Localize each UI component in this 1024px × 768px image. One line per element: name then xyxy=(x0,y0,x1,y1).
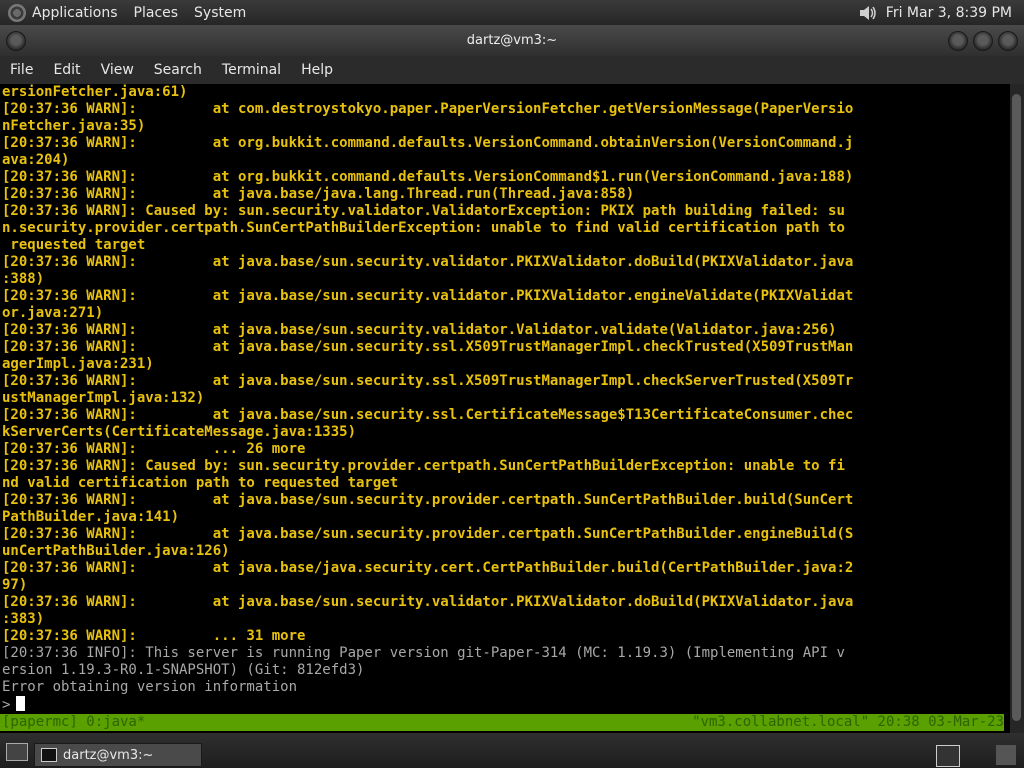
terminal-line: [20:37:36 WARN]: at com.destroystokyo.pa… xyxy=(2,101,854,117)
terminal-line: ersionFetcher.java:61) xyxy=(2,84,188,100)
terminal-line: [20:37:36 WARN]: at java.base/sun.securi… xyxy=(2,594,854,610)
terminal-line: Error obtaining version information xyxy=(2,679,298,695)
terminal-line: [20:37:36 INFO]: This server is running … xyxy=(2,645,845,661)
menu-file[interactable]: File xyxy=(0,62,43,78)
terminal-line: [20:37:36 WARN]: at java.base/sun.securi… xyxy=(2,373,854,389)
menu-help[interactable]: Help xyxy=(291,62,343,78)
trash-icon[interactable] xyxy=(996,745,1016,765)
terminal-line: [20:37:36 WARN]: at java.base/sun.securi… xyxy=(2,322,837,338)
tmux-host-time: "vm3.collabnet.local" 20:38 03-Mar-23 xyxy=(692,714,1004,730)
menubar: File Edit View Search Terminal Help xyxy=(0,56,1024,84)
prompt-symbol: > xyxy=(2,697,11,713)
workspace-switcher-icon[interactable] xyxy=(936,745,960,767)
terminal-line: [20:37:36 WARN]: at java.base/java.secur… xyxy=(2,560,854,576)
applications-menu[interactable]: Applications xyxy=(32,5,118,21)
menu-edit[interactable]: Edit xyxy=(43,62,90,78)
terminal-prompt-line[interactable]: > xyxy=(2,696,1012,713)
clock[interactable]: Fri Mar 3, 8:39 PM xyxy=(886,5,1012,21)
terminal-scrollbar[interactable] xyxy=(1010,84,1024,733)
volume-icon[interactable] xyxy=(858,4,878,22)
maximize-button[interactable] xyxy=(973,31,993,51)
taskbar-window-button[interactable]: dartz@vm3:~ xyxy=(34,743,202,767)
minimize-button[interactable] xyxy=(948,31,968,51)
tmux-status-bar: [papermc] 0:java* "vm3.collabnet.local" … xyxy=(0,714,1004,731)
terminal-line: [20:37:36 WARN]: at java.base/sun.securi… xyxy=(2,288,854,304)
terminal-icon xyxy=(41,748,57,762)
show-desktop-icon[interactable] xyxy=(6,743,28,761)
terminal-line: [20:37:36 WARN]: Caused by: sun.security… xyxy=(2,458,845,474)
close-button[interactable] xyxy=(998,31,1018,51)
terminal-line: nFetcher.java:35) xyxy=(2,118,146,134)
terminal-output[interactable]: ersionFetcher.java:61) [20:37:36 WARN]: a… xyxy=(0,84,1012,733)
tmux-session-label: [papermc] 0:java* xyxy=(2,714,146,730)
window-titlebar[interactable]: dartz@vm3:~ xyxy=(0,25,1024,56)
terminal-line: [20:37:36 WARN]: at org.bukkit.command.d… xyxy=(2,169,854,185)
terminal-line: nd valid certification path to requested… xyxy=(2,475,399,491)
terminal-line: [20:37:36 WARN]: at java.base/sun.securi… xyxy=(2,407,854,423)
terminal-line: or.java:271) xyxy=(2,305,104,321)
scrollbar-thumb[interactable] xyxy=(1012,94,1021,721)
menu-search[interactable]: Search xyxy=(144,62,212,78)
terminal-line: unCertPathBuilder.java:126) xyxy=(2,543,230,559)
terminal-cursor xyxy=(16,696,26,711)
terminal-line: n.security.provider.certpath.SunCertPath… xyxy=(2,220,845,236)
window-title: dartz@vm3:~ xyxy=(466,33,558,48)
window-menu-button[interactable] xyxy=(6,31,26,51)
terminal-line: 97) xyxy=(2,577,28,593)
terminal-line: [20:37:36 WARN]: ... 31 more xyxy=(2,628,306,644)
terminal-line: :383) xyxy=(2,611,45,627)
terminal-line: [20:37:36 WARN]: at java.base/sun.securi… xyxy=(2,339,854,355)
terminal-line: requested target xyxy=(2,237,146,253)
terminal-line: kServerCerts(CertificateMessage.java:133… xyxy=(2,424,357,440)
terminal-line: [20:37:36 WARN]: at java.base/sun.securi… xyxy=(2,254,854,270)
gnome-foot-icon[interactable] xyxy=(8,3,26,22)
taskbar-window-label: dartz@vm3:~ xyxy=(63,747,154,763)
terminal-line: agerImpl.java:231) xyxy=(2,356,154,372)
top-panel: Applications Places System Fri Mar 3, 8:… xyxy=(0,0,1024,25)
terminal-line: ava:204) xyxy=(2,152,70,168)
places-menu[interactable]: Places xyxy=(134,5,179,21)
bottom-panel: dartz@vm3:~ xyxy=(0,733,1024,768)
terminal-line: [20:37:36 WARN]: at java.base/java.lang.… xyxy=(2,186,635,202)
terminal-line: :388) xyxy=(2,271,45,287)
system-menu[interactable]: System xyxy=(194,5,246,21)
terminal-line: PathBuilder.java:141) xyxy=(2,509,180,525)
menu-terminal[interactable]: Terminal xyxy=(212,62,291,78)
terminal-line: [20:37:36 WARN]: at org.bukkit.command.d… xyxy=(2,135,854,151)
terminal-line: ustManagerImpl.java:132) xyxy=(2,390,205,406)
terminal-line: [20:37:36 WARN]: at java.base/sun.securi… xyxy=(2,526,854,542)
terminal-line: [20:37:36 WARN]: ... 26 more xyxy=(2,441,306,457)
terminal-line: ersion 1.19.3-R0.1-SNAPSHOT) (Git: 812ef… xyxy=(2,662,365,678)
terminal-line: [20:37:36 WARN]: at java.base/sun.securi… xyxy=(2,492,854,508)
terminal-line: [20:37:36 WARN]: Caused by: sun.security… xyxy=(2,203,845,219)
menu-view[interactable]: View xyxy=(91,62,144,78)
